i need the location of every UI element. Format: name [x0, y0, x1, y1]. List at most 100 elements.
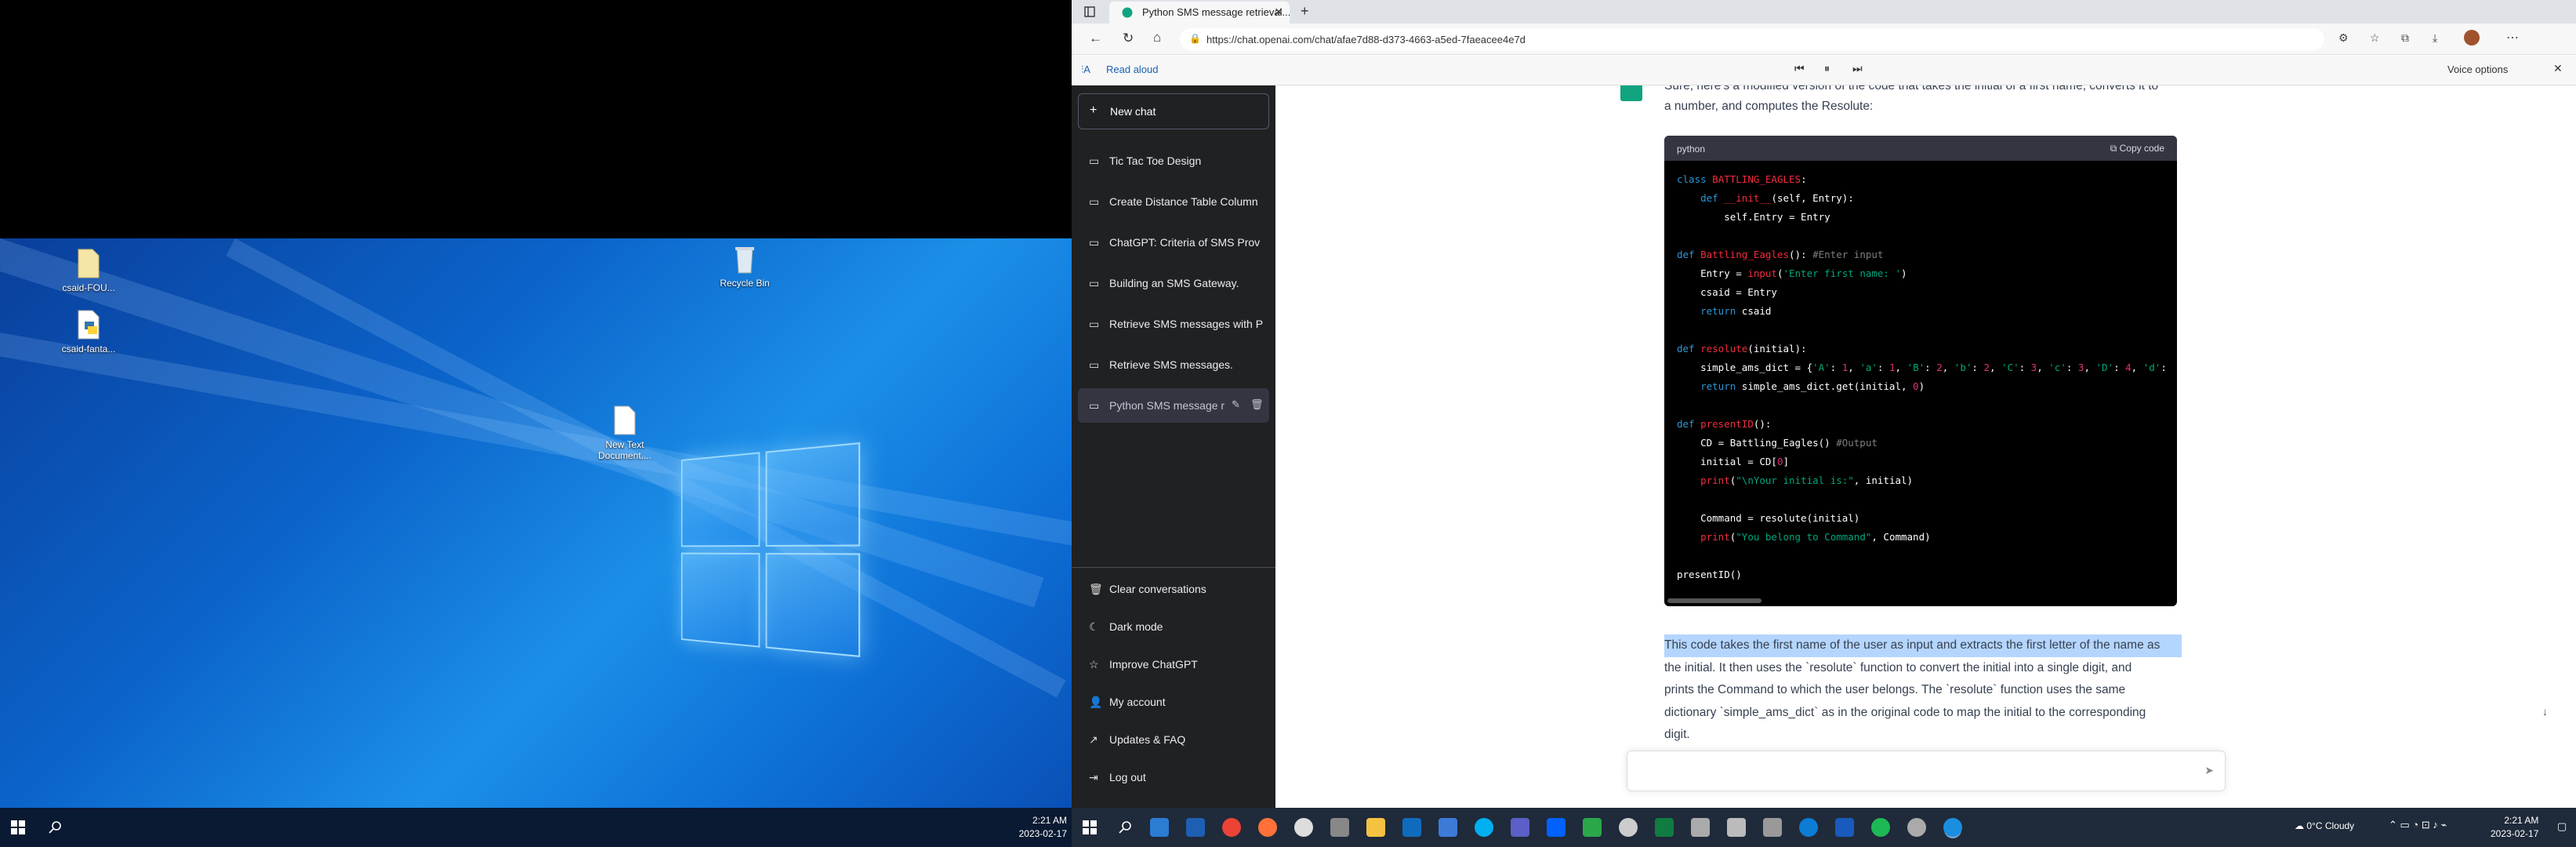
notification-icon[interactable]: ▢ [2557, 820, 2567, 833]
tab-actions-icon[interactable] [1084, 6, 1095, 17]
conversation-item[interactable]: ▭ Create Distance Table Column [1078, 184, 1269, 219]
delete-icon[interactable]: 🗑 [1250, 398, 1264, 411]
excel-icon[interactable] [1655, 818, 1674, 837]
cloud-icon[interactable] [1294, 818, 1313, 837]
new-chat-button[interactable]: + New chat [1078, 93, 1269, 129]
trash-icon: 🗑 [1089, 583, 1103, 595]
recycle-bin-icon [735, 247, 754, 274]
url-input[interactable]: 🔒 https://chat.openai.com/chat/afae7d88-… [1180, 28, 2324, 50]
home-icon[interactable]: ⌂ [1153, 30, 1161, 45]
desktop-icon-text-document[interactable]: New Text Document.... [590, 405, 660, 461]
outlook-icon[interactable] [1402, 818, 1421, 837]
app-icon[interactable] [1583, 818, 1602, 837]
close-read-aloud-icon[interactable]: ✕ [2553, 62, 2563, 75]
send-icon[interactable]: ➤ [2204, 764, 2214, 777]
address-bar-row: ← ↻ ⌂ 🔒 https://chat.openai.com/chat/afa… [1072, 24, 2576, 55]
app-icon[interactable] [1439, 818, 1457, 837]
edit-icon[interactable]: ✎ [1232, 398, 1240, 411]
conversation-title: Python SMS message r [1109, 399, 1225, 412]
conversation-item[interactable]: ▭ Retrieve SMS messages with P [1078, 307, 1269, 341]
file-explorer-icon[interactable] [1366, 818, 1385, 837]
edge-active-icon[interactable] [1943, 818, 1962, 837]
skype-icon[interactable] [1475, 818, 1493, 837]
downloads-icon[interactable]: ⤓ [2433, 31, 2437, 45]
chat-bubble-icon: ▭ [1089, 236, 1100, 249]
favorites-icon[interactable]: ☆ [2370, 31, 2380, 45]
app-icon[interactable] [1186, 818, 1205, 837]
read-aloud-bar: ⫶A Read aloud ⏮ ⏸ ⏭ Voice options ✕ [1072, 56, 2576, 85]
updates-faq-link[interactable]: ↗ Updates & FAQ [1078, 722, 1269, 757]
code-line: self.Entry = Entry [1677, 211, 1830, 223]
word-icon[interactable] [1835, 818, 1854, 837]
back-icon[interactable]: ← [1089, 31, 1102, 46]
code-line: presentID() [1677, 569, 1742, 580]
file-icon [78, 249, 100, 278]
chrome-icon[interactable] [1222, 818, 1241, 837]
browser-tab-bar: Python SMS message retrieval... ✕ + [1072, 0, 2576, 24]
conversation-item[interactable]: ▭ Tic Tac Toe Design [1078, 144, 1269, 178]
next-paragraph-icon[interactable]: ⏭ [1852, 62, 1863, 75]
weather-text: 0°C Cloudy [2306, 820, 2355, 831]
intro-line-1: Sure, here's a modified version of the c… [1664, 85, 2159, 93]
message-input[interactable]: ➤ [1627, 751, 2226, 791]
improve-chatgpt-link[interactable]: ☆ Improve ChatGPT [1078, 647, 1269, 682]
log-out-button[interactable]: ⇥ Log out [1078, 760, 1269, 794]
read-aloud-label[interactable]: Read aloud [1106, 64, 1159, 75]
voice-options-button[interactable]: Voice options [2447, 64, 2508, 75]
intro-line-2: a number, and computes the Resolute: [1664, 100, 1874, 113]
code-scrollbar[interactable] [1667, 598, 1761, 603]
desktop-icon-file[interactable]: csaid-FOU... [53, 248, 124, 293]
more-menu-icon[interactable]: ⋯ [2506, 30, 2519, 45]
dropbox-icon[interactable] [1547, 818, 1566, 837]
code-line: def __init__(self, Entry): [1700, 192, 1854, 204]
app-icon[interactable] [1691, 818, 1710, 837]
conversation-item[interactable]: ▭ Retrieve SMS messages. [1078, 347, 1269, 382]
pause-icon[interactable]: ⏸ [1824, 62, 1830, 75]
dark-mode-button[interactable]: ☾ Dark mode [1078, 609, 1269, 644]
search-icon[interactable] [49, 820, 63, 834]
logout-icon: ⇥ [1089, 771, 1098, 783]
clock-time: 2:21 AM [1032, 815, 1067, 826]
desktop-icon-recycle-bin[interactable]: Recycle Bin [709, 243, 780, 289]
conversation-item-active[interactable]: ▭ Python SMS message r ✎ 🗑 [1078, 388, 1269, 423]
start-button[interactable] [11, 820, 25, 834]
scroll-down-icon[interactable]: ↓ [2542, 705, 2548, 718]
conversation-item[interactable]: ▭ Building an SMS Gateway. [1078, 266, 1269, 300]
weather-widget[interactable]: ☁ 0°C Cloudy [2295, 820, 2354, 831]
previous-paragraph-icon[interactable]: ⏮ [1794, 62, 1805, 75]
app-icon[interactable] [1727, 818, 1746, 837]
paragraph-line: digit. [1664, 728, 1690, 741]
new-tab-icon[interactable]: + [1301, 3, 1309, 20]
collections-icon[interactable]: ⧉ [2401, 31, 2409, 45]
desktop-icon-python[interactable]: csaid-fanta... [53, 309, 124, 354]
lock-icon[interactable]: 🔒 [1189, 33, 1201, 44]
desktop-background: csaid-FOU... csaid-fanta... Recycle Bin … [0, 238, 1072, 808]
spotify-icon[interactable] [1871, 818, 1890, 837]
browser-tab[interactable]: Python SMS message retrieval... ✕ [1109, 2, 1290, 24]
close-tab-icon[interactable]: ✕ [1274, 5, 1283, 19]
refresh-icon[interactable]: ↻ [1123, 31, 1134, 46]
clear-conversations-button[interactable]: 🗑 Clear conversations [1078, 572, 1269, 606]
system-tray-icons[interactable]: ⌃ ▭ ◔ ⊡ ♪ ⌁ [2389, 819, 2447, 831]
edge-icon[interactable] [1799, 818, 1818, 837]
teams-icon[interactable] [1511, 818, 1529, 837]
extensions-icon[interactable]: ⚙ [2338, 31, 2349, 45]
app-icon[interactable] [1907, 818, 1926, 837]
app-icon[interactable] [1763, 818, 1782, 837]
search-icon[interactable] [1119, 820, 1133, 834]
right-clock[interactable]: 2:21 AM 2023-02-17 [2491, 814, 2538, 841]
menu-label: Updates & FAQ [1109, 733, 1186, 746]
copy-code-button[interactable]: ⧉ Copy code [2110, 143, 2164, 154]
start-button[interactable] [1083, 820, 1097, 834]
vscode-icon[interactable] [1150, 818, 1169, 837]
profile-avatar[interactable] [2464, 30, 2480, 45]
my-account-button[interactable]: 👤 My account [1078, 685, 1269, 719]
code-line: return simple_ams_dict.get(initial, 0) [1700, 380, 1925, 392]
sidebar-divider [1072, 567, 1275, 568]
left-clock[interactable]: 2:21 AM 2023-02-17 [1019, 814, 1067, 841]
conversation-item[interactable]: ▭ ChatGPT: Criteria of SMS Prov [1078, 225, 1269, 260]
camera-icon[interactable] [1330, 818, 1349, 837]
app-icon[interactable] [1619, 818, 1638, 837]
firefox-icon[interactable] [1258, 818, 1277, 837]
read-aloud-icon[interactable]: ⫶A [1081, 64, 1090, 76]
